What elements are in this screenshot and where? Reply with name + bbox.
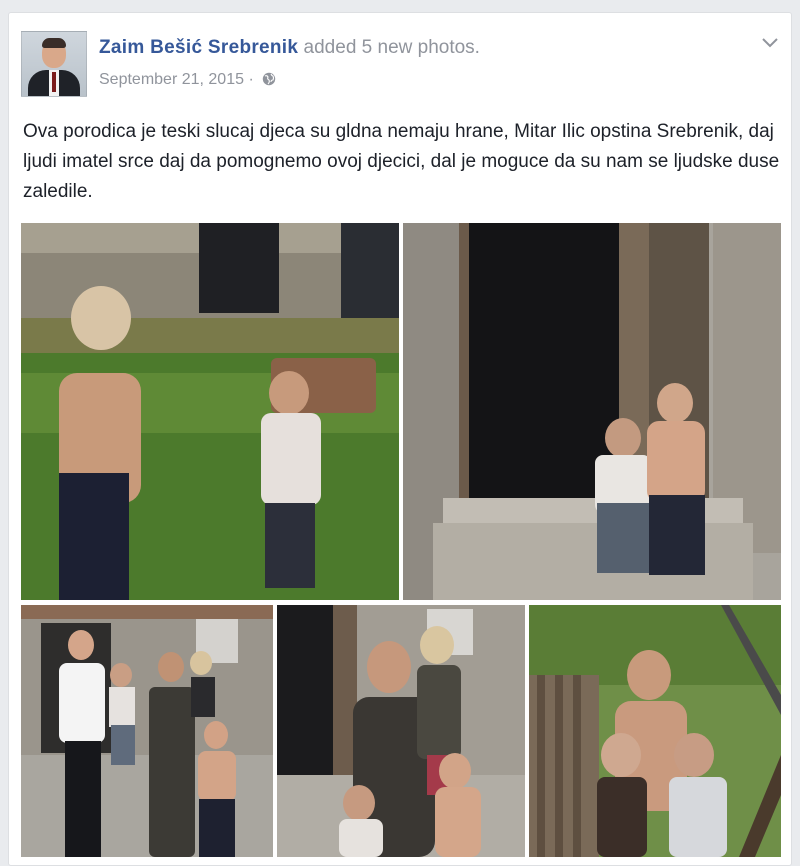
avatar[interactable] (21, 31, 87, 97)
post-action-text: added 5 new photos. (303, 37, 480, 58)
post-timestamp[interactable]: September 21, 2015 (99, 71, 244, 88)
photo-5[interactable] (529, 605, 781, 857)
post-meta: September 21, 2015 · (99, 71, 276, 89)
photo-1-image (21, 223, 399, 600)
photo-3-image (21, 605, 273, 857)
post-header: Zaim Bešić Srebrenik added 5 new photos. (99, 37, 480, 59)
photo-4[interactable] (277, 605, 525, 857)
avatar-tie (52, 72, 56, 92)
photo-2-image (403, 223, 781, 600)
photo-4-image (277, 605, 525, 857)
globe-icon[interactable] (262, 72, 276, 86)
photo-1[interactable] (21, 223, 399, 600)
post-text: Ova porodica je teski slucaj djeca su gl… (23, 121, 780, 202)
photo-3[interactable] (21, 605, 273, 857)
photo-2[interactable] (403, 223, 781, 600)
avatar-hair (42, 38, 66, 48)
chevron-down-icon[interactable] (761, 35, 779, 49)
photo-5-image (529, 605, 781, 857)
post-card: Zaim Bešić Srebrenik added 5 new photos.… (8, 12, 792, 866)
meta-separator: · (248, 71, 254, 88)
author-link[interactable]: Zaim Bešić Srebrenik (99, 37, 298, 58)
